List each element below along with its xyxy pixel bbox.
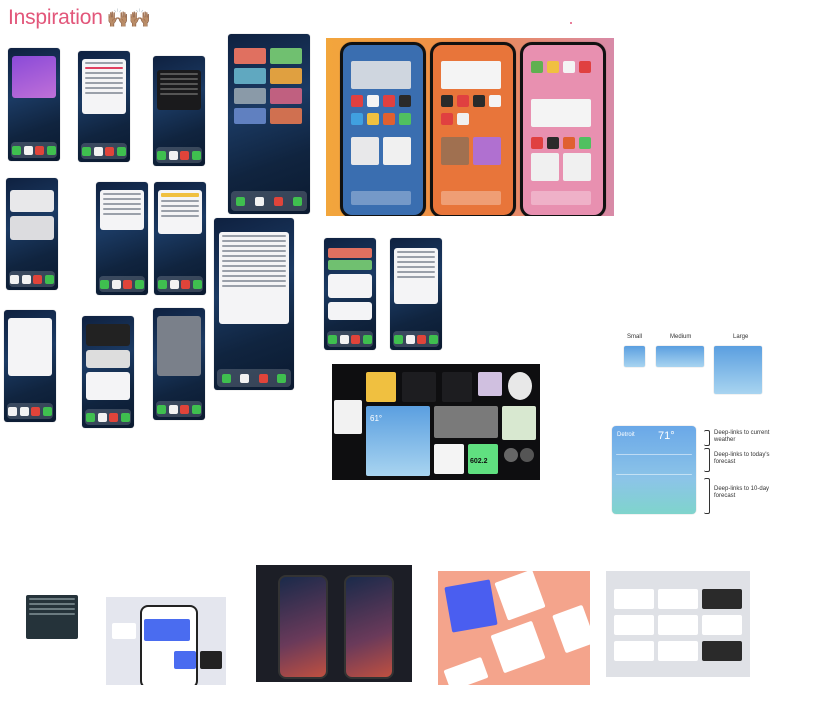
thumb-phone-notes-widget[interactable]: [154, 182, 206, 295]
page-title: Inspiration 🙌🏽🙌🏽: [8, 6, 151, 30]
dark-collage-count: 602.2: [470, 458, 488, 465]
thumb-phone-list-widget[interactable]: [96, 182, 148, 295]
dock: [11, 142, 57, 158]
raised-hands-emoji: 🙌🏽🙌🏽: [106, 8, 152, 28]
dock: [156, 147, 202, 163]
annotation-bracket-1: [704, 430, 710, 446]
dock: [7, 403, 53, 419]
thumb-phone-dark-widget[interactable]: [153, 56, 205, 166]
label-large: Large: [733, 334, 749, 340]
thumb-peach-cards[interactable]: [438, 571, 590, 685]
thumb-phone-shortcuts-small[interactable]: [324, 238, 376, 350]
thumb-dark-teal-card[interactable]: [26, 595, 78, 639]
weather-temp: 71°: [658, 430, 675, 442]
thumb-phone-shortcuts[interactable]: [228, 34, 310, 214]
stray-dot: [570, 22, 572, 24]
label-medium: Medium: [670, 334, 692, 340]
dock: [99, 276, 145, 292]
dock: [85, 409, 131, 425]
thumb-phone-grey-weather[interactable]: [153, 308, 205, 420]
annotation-today-forecast: Deep-links to today's forecast: [714, 452, 770, 465]
dock: [157, 276, 203, 292]
dock: [217, 369, 291, 387]
dock: [156, 401, 202, 417]
label-small: Small: [627, 334, 643, 340]
thumb-dark-widget-collage[interactable]: 61° 602.2: [332, 364, 540, 480]
thumb-widget-grid[interactable]: [606, 571, 750, 677]
dock: [81, 143, 127, 159]
thumb-phone-purple-widget[interactable]: [8, 48, 60, 161]
weather-city: Detroit: [617, 432, 635, 438]
annotation-bracket-3: [704, 478, 710, 514]
dock: [393, 331, 439, 347]
thumb-phone-mixed-widgets[interactable]: [82, 316, 134, 428]
weather-widget-medium[interactable]: [656, 346, 704, 367]
annotation-bracket-2: [704, 448, 710, 472]
dock: [327, 331, 373, 347]
thumb-phone-news-widget[interactable]: [78, 51, 130, 162]
dark-collage-temp: 61°: [370, 414, 383, 423]
page-title-text: Inspiration: [8, 6, 103, 29]
annotation-10-day-forecast: Deep-links to 10-day forecast: [714, 486, 770, 499]
thumb-phone-reminders[interactable]: [390, 238, 442, 350]
dock: [231, 191, 307, 211]
annotation-current-weather: Deep-links to current weather: [714, 430, 770, 443]
dock: [9, 271, 55, 287]
weather-widget-small[interactable]: [624, 346, 645, 367]
thumb-phone-calendar-widget[interactable]: [4, 310, 56, 422]
thumb-ios14-three-phones[interactable]: [326, 38, 614, 216]
weather-widget-large[interactable]: [714, 346, 762, 394]
thumb-dark-two-phones[interactable]: [256, 565, 412, 682]
weather-widget-annotated[interactable]: Detroit 71°: [612, 426, 696, 514]
thumb-banking-app[interactable]: [106, 597, 226, 685]
thumb-phone-empty-grid[interactable]: [6, 178, 58, 290]
thumb-phone-large-news[interactable]: [214, 218, 294, 390]
